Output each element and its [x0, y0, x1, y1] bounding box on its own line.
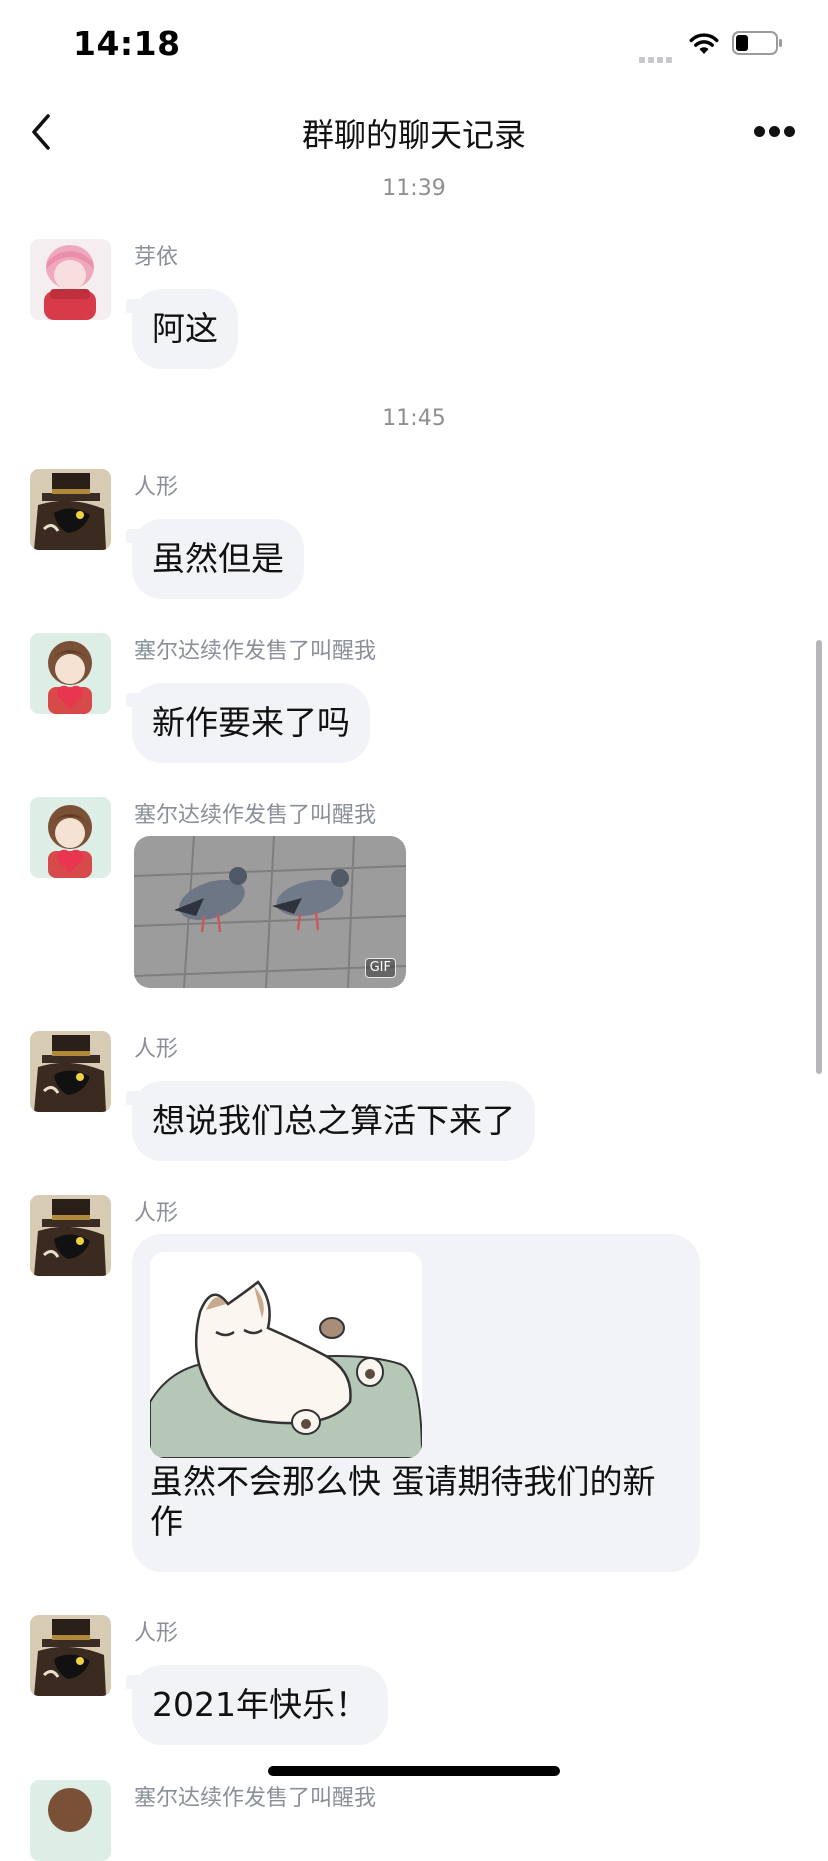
sender-name: 人形: [134, 1621, 179, 1646]
more-dot-icon: [769, 126, 780, 137]
timestamp: 11:39: [382, 176, 446, 201]
sender-name: 人形: [134, 1037, 179, 1062]
pigeons-gif-image[interactable]: GIF: [134, 836, 406, 988]
more-options-button[interactable]: [752, 120, 800, 144]
message-text-line: 虽然不会那么快 蛋请期待我们的新: [150, 1462, 656, 1501]
pink-hair-avatar-icon[interactable]: [30, 239, 111, 320]
status-time: 14:18: [73, 24, 181, 63]
message-text: 虽然不会那么快 蛋请期待我们的新 作: [150, 1462, 690, 1542]
dark-creature-top-hat-avatar-icon[interactable]: [30, 469, 111, 550]
message-bubble[interactable]: 新作要来了吗: [132, 683, 370, 763]
nav-bar: 群聊的聊天记录: [0, 92, 828, 172]
sender-name: 塞尔达续作发售了叫醒我: [134, 1786, 377, 1811]
sender-name: 塞尔达续作发售了叫醒我: [134, 803, 377, 828]
wifi-icon: [689, 33, 719, 54]
dark-creature-top-hat-avatar-icon[interactable]: [30, 1031, 111, 1112]
battery-icon: [732, 31, 782, 55]
brown-hair-heart-avatar-icon[interactable]: [30, 1780, 111, 1861]
dark-creature-top-hat-avatar-icon[interactable]: [30, 1195, 111, 1276]
brown-hair-heart-avatar-icon[interactable]: [30, 633, 111, 714]
dark-creature-top-hat-avatar-icon[interactable]: [30, 1615, 111, 1696]
message-bubble[interactable]: 虽然不会那么快 蛋请期待我们的新 作: [132, 1234, 700, 1572]
message-bubble[interactable]: 2021年快乐！: [132, 1665, 388, 1745]
sender-name: 人形: [134, 475, 179, 500]
message-bubble[interactable]: 虽然但是: [132, 519, 304, 599]
sender-name: 人形: [134, 1201, 179, 1226]
cat-sticker-image[interactable]: [150, 1252, 422, 1458]
timestamp: 11:45: [382, 406, 446, 431]
scrollbar[interactable]: [816, 640, 822, 1074]
message-bubble[interactable]: 阿这: [132, 289, 238, 369]
status-bar: 14:18: [0, 0, 828, 92]
page-title: 群聊的聊天记录: [301, 116, 526, 154]
more-dot-icon: [784, 126, 795, 137]
cellular-signal-icon: [639, 48, 677, 63]
message-bubble[interactable]: 想说我们总之算活下来了: [132, 1081, 535, 1161]
message-text-line: 作: [150, 1502, 183, 1541]
gif-badge: GIF: [364, 958, 396, 978]
sender-name: 芽依: [134, 245, 179, 270]
more-dot-icon: [754, 126, 765, 137]
home-indicator[interactable]: [268, 1766, 560, 1776]
brown-hair-heart-avatar-icon[interactable]: [30, 797, 111, 878]
sender-name: 塞尔达续作发售了叫醒我: [134, 639, 377, 664]
